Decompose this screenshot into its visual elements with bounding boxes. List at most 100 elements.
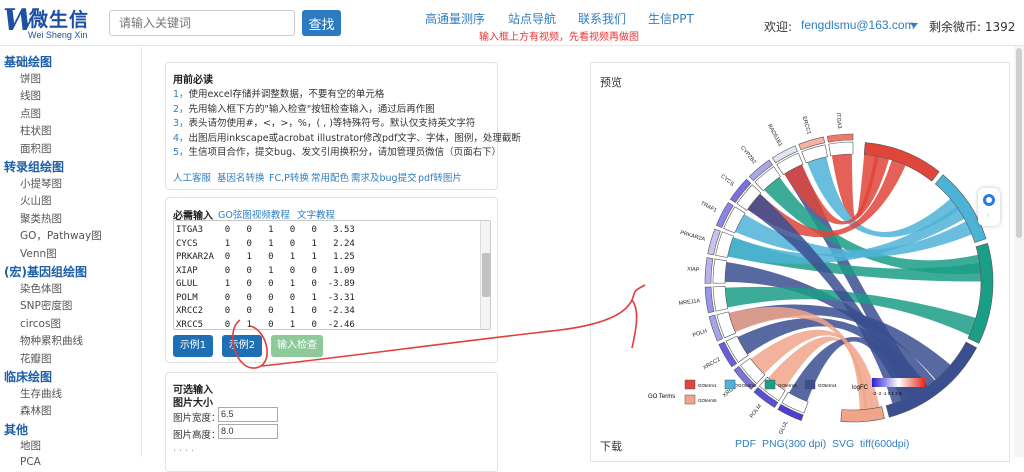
gene-label: POLH	[692, 328, 708, 338]
nav-site-map[interactable]: 站点导航	[508, 10, 556, 27]
float-assistant-button[interactable]: ⁝	[978, 188, 1000, 226]
legend-label: GOterm5	[698, 398, 717, 403]
caret-down-icon[interactable]	[910, 23, 918, 28]
legend-swatch	[764, 379, 776, 390]
logfc-block	[826, 133, 854, 143]
assistant-icon	[983, 194, 995, 206]
legend-label: GOterm1	[698, 383, 717, 388]
data-row: XIAP 0 0 1 0 0 1.09	[176, 265, 355, 276]
sidebar-item[interactable]: circos图	[20, 316, 61, 331]
data-row: XRCC5 0 1 0 1 0 -2.46	[176, 319, 355, 330]
download-title: 下载	[600, 440, 622, 453]
data-row: ITGA3 0 0 1 0 0 3.53	[176, 225, 355, 235]
sidebar-item[interactable]: 面积图	[20, 141, 52, 156]
quick-link[interactable]: FC,P转换	[269, 170, 309, 184]
quick-link[interactable]: 需求及bug提交	[351, 170, 417, 184]
instruction-text: 使用excel存储并调整数据，不要有空的单元格	[188, 89, 385, 100]
logo-title: 微生信	[29, 9, 90, 31]
sidebar-item[interactable]: 生存曲线	[20, 386, 62, 401]
sidebar-item[interactable]: 聚类热图	[20, 211, 62, 226]
instruction-number: 2，	[173, 103, 189, 115]
width-label: 图片宽度：	[173, 413, 221, 424]
data-textarea[interactable]: ITGA3 0 0 1 0 0 3.53 CYCS 1 0 1 0 1 2.24 P…	[173, 220, 491, 330]
sidebar-item[interactable]: 点图	[20, 106, 41, 121]
download-png-link[interactable]: PNG(300 dpi)	[762, 438, 826, 450]
more-options-hint: · · · ·	[173, 446, 195, 457]
logfc-block	[704, 257, 714, 284]
download-svg-link[interactable]: SVG	[832, 438, 854, 450]
instruction-line: 3，表头请勿使用#，<，>，%，( , )等特殊符号。默认仅支持英文字符	[173, 115, 475, 129]
logfc-label: logFC	[852, 385, 869, 391]
image-size-title: 图片大小	[173, 398, 213, 409]
example1-button[interactable]: 示例1	[173, 335, 213, 357]
legend-label: GOterm2	[738, 383, 757, 388]
sidebar-section-heading: 临床绘图	[4, 370, 53, 384]
gene-label: ERCC1	[801, 116, 812, 136]
search-button[interactable]: 查找	[302, 10, 341, 36]
sidebar-item[interactable]: 花瓣图	[20, 351, 52, 366]
legend-label: GOterm4	[818, 383, 837, 388]
scrollbar-thumb[interactable]	[482, 253, 490, 297]
logfc-block	[704, 286, 715, 314]
sidebar-item[interactable]: 地图	[20, 438, 41, 453]
logfc-colorbar	[872, 378, 925, 387]
width-input[interactable]: 6.5	[218, 407, 278, 422]
text-tutorial-link[interactable]: 文字教程	[297, 207, 335, 221]
sidebar-item[interactable]: 森林图	[20, 403, 52, 418]
instruction-text: 生信项目合作，提交bug、发文引用换积分，请加管理员微信（页面右下）	[188, 147, 502, 158]
legend-swatch	[804, 379, 816, 390]
sidebar-item[interactable]: Venn图	[20, 246, 57, 261]
nav-contact[interactable]: 联系我们	[578, 10, 626, 27]
legend-label: GOterm3	[778, 383, 797, 388]
data-row: GLUL 1 0 0 1 0 -3.89	[176, 279, 355, 289]
sidebar-item[interactable]: 火山图	[20, 193, 52, 208]
sidebar-item[interactable]: PCA	[20, 456, 41, 468]
coin-balance: 剩余微币: 1392	[929, 20, 1016, 34]
data-row: POLM 0 0 0 0 1 -3.31	[176, 292, 355, 303]
data-row: CYCS 1 0 1 0 1 2.24	[176, 238, 355, 249]
page-scrollbar-thumb[interactable]	[1016, 48, 1022, 238]
sidebar-item[interactable]: 染色体图	[20, 281, 62, 296]
welcome-label: 欢迎:	[764, 20, 793, 34]
site-logo[interactable]: W 微生信 Wei Sheng Xin	[3, 3, 103, 41]
instruction-text: 出图后用inkscape或acrobat illustrator修改pdf文字、…	[188, 132, 521, 144]
sidebar-item[interactable]: 小提琴图	[20, 176, 62, 191]
download-pdf-link[interactable]: PDF	[735, 438, 756, 450]
height-input[interactable]: 8.0	[218, 424, 278, 439]
quick-link[interactable]: 基因名转换	[217, 170, 265, 184]
instruction-line: 1，使用excel存储并调整数据，不要有空的单元格	[173, 86, 384, 100]
legend-swatch	[724, 379, 736, 390]
sidebar-item[interactable]: 线图	[20, 88, 41, 103]
sidebar-item[interactable]: SNP密度图	[20, 298, 72, 313]
video-tutorial-link[interactable]: GO弦图视频教程	[218, 207, 290, 221]
check-input-button[interactable]: 输入检查	[271, 335, 323, 357]
sidebar-section-heading: (宏)基因组绘图	[4, 265, 87, 279]
textarea-scrollbar[interactable]	[480, 221, 490, 329]
nav-ppt[interactable]: 生信PPT	[648, 10, 694, 27]
sidebar-item[interactable]: GO，Pathway图	[20, 228, 102, 243]
instruction-number: 1，	[173, 89, 189, 100]
quick-link[interactable]: 人工客服	[173, 170, 211, 184]
sidebar-item[interactable]: 柱状图	[20, 123, 52, 138]
go-chord-diagram: ITGA3 ERCC1 RAD51B1 CYP2B2 CYCS TRAF1 PRKAR2A X…	[648, 113, 994, 435]
nav-ngs[interactable]: 高通量测序	[425, 10, 485, 27]
instruction-number: 5，	[173, 147, 189, 158]
user-menu[interactable]: fengdlsmu@163.com	[801, 18, 915, 32]
page-scrollbar[interactable]	[1014, 46, 1024, 457]
gene-sector	[828, 141, 854, 157]
sidebar-item[interactable]: 饼图	[20, 71, 41, 86]
instruction-line: 5，生信项目合作，提交bug、发文引用换积分，请加管理员微信（页面右下）	[173, 144, 501, 158]
more-dots-icon: ⁝	[987, 213, 990, 220]
legend-swatch	[684, 379, 696, 390]
sidebar-section-heading: 转录组绘图	[4, 160, 65, 174]
data-row: XRCC2 0 0 0 1 0 -2.34	[176, 306, 355, 316]
quick-link[interactable]: pdf转图片	[418, 170, 462, 184]
download-tiff-link[interactable]: tiff(600dpi)	[860, 438, 909, 450]
gene-sector	[712, 258, 728, 284]
sidebar-item[interactable]: 物种累积曲线	[20, 333, 83, 348]
quick-link[interactable]: 常用配色	[311, 170, 349, 184]
data-row: PRKAR2A 0 1 0 1 1 1.25	[176, 252, 355, 262]
gene-label: RAD51B1	[766, 123, 783, 147]
example2-button[interactable]: 示例2	[222, 335, 262, 357]
search-input[interactable]	[109, 10, 295, 36]
